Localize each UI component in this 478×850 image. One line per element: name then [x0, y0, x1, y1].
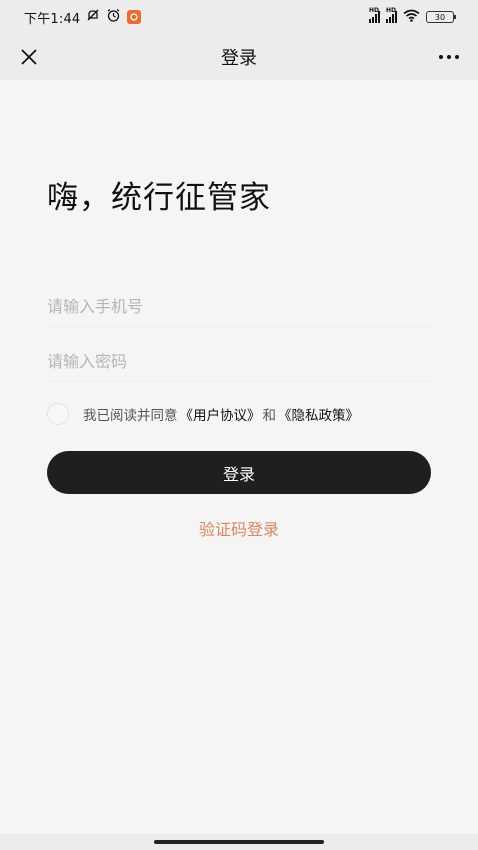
more-icon-dot: [455, 55, 459, 59]
phone-input[interactable]: [47, 288, 431, 324]
agreement-conjunction: 和: [262, 408, 277, 424]
agreement-row: 我已阅读并同意 《用户协议》 和 《隐私政策》: [47, 403, 359, 425]
password-input-underline: [47, 381, 431, 382]
more-icon-dot: [447, 55, 451, 59]
login-button[interactable]: 登录: [47, 451, 431, 494]
wifi-icon: [403, 9, 420, 26]
status-right: HD HD 30: [369, 7, 456, 26]
page-title: 登录: [221, 48, 257, 69]
more-button[interactable]: [434, 42, 464, 72]
agreement-text: 我已阅读并同意 《用户协议》 和 《隐私政策》: [83, 404, 359, 424]
verification-code-login-link[interactable]: 验证码登录: [0, 516, 478, 540]
login-screen: 下午1:44 HD HD 30 登录 嗨，统行征管家 请输入手机号 我已阅读并同…: [0, 0, 478, 850]
more-icon-dot: [439, 55, 443, 59]
status-left: 下午1:44: [24, 8, 142, 27]
user-agreement-link[interactable]: 《用户协议》: [180, 404, 261, 424]
privacy-policy-link[interactable]: 《隐私政策》: [278, 404, 359, 424]
password-input[interactable]: [47, 343, 431, 379]
signal-icon: HD: [369, 7, 380, 23]
home-indicator[interactable]: [154, 840, 324, 844]
agreement-checkbox[interactable]: [47, 403, 69, 425]
signal-icon: HD: [386, 7, 397, 23]
close-icon: [21, 49, 37, 65]
greeting-heading: 嗨，统行征管家: [47, 180, 271, 216]
status-bar: 下午1:44 HD HD 30: [0, 0, 478, 34]
battery-icon: 30: [426, 11, 456, 23]
close-button[interactable]: [14, 42, 44, 72]
phone-input-underline: [47, 326, 431, 327]
app-badge-icon: [127, 10, 142, 24]
mute-icon: [86, 8, 100, 26]
alarm-icon: [106, 8, 121, 27]
agreement-prefix: 我已阅读并同意: [83, 408, 178, 424]
status-time: 下午1:44: [24, 11, 81, 27]
nav-bar: 登录: [0, 34, 478, 80]
